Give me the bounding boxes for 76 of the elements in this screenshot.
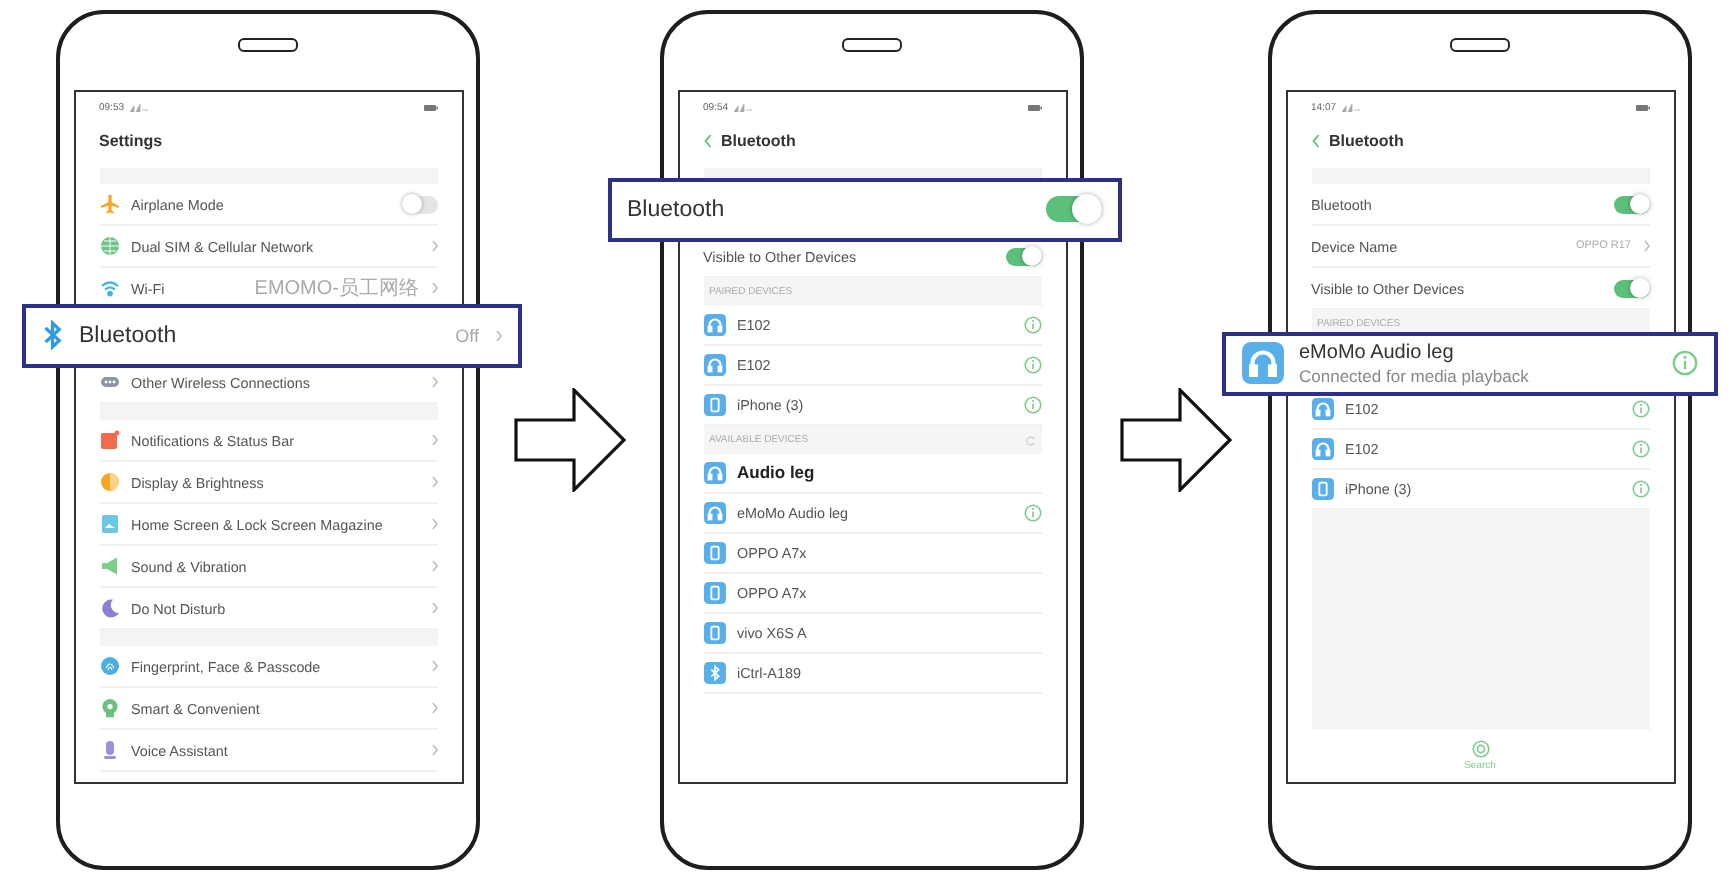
- refresh-icon[interactable]: [1025, 435, 1035, 445]
- headphones-icon: [1241, 342, 1283, 384]
- speaker-slot: [1450, 38, 1510, 52]
- info-icon[interactable]: [1631, 400, 1649, 418]
- bluetooth-icon: [41, 320, 63, 350]
- chevron-icon: [431, 702, 437, 714]
- ellipsis-icon: [99, 372, 119, 392]
- battery-icon: [423, 104, 437, 112]
- phone-icon: [703, 542, 725, 564]
- signal-icon: [1342, 104, 1363, 112]
- toggle-switch[interactable]: [401, 195, 437, 213]
- search-icon[interactable]: [1471, 740, 1489, 758]
- phone-icon: [1311, 478, 1333, 500]
- back-icon[interactable]: [703, 133, 711, 147]
- chevron-icon: [431, 602, 437, 614]
- phone-icon: [703, 582, 725, 604]
- headphones-icon: [703, 462, 725, 484]
- info-icon[interactable]: [1023, 504, 1041, 522]
- chevron-icon: [431, 744, 437, 756]
- globe-icon: [99, 236, 119, 256]
- arrow-icon: [514, 388, 626, 492]
- battery-icon: [1635, 104, 1649, 112]
- arrow-icon: [1120, 388, 1232, 492]
- chevron-icon: [431, 560, 437, 572]
- headphones-icon: [703, 502, 725, 524]
- phone-icon: [703, 394, 725, 416]
- signal-icon: [734, 104, 755, 112]
- info-icon[interactable]: [1023, 316, 1041, 334]
- toggle-switch[interactable]: [1005, 247, 1041, 265]
- screen-title: Settings: [99, 131, 163, 149]
- device-name[interactable]: Audio leg: [737, 462, 815, 484]
- microphone-icon: [99, 740, 119, 760]
- info-icon[interactable]: [1631, 480, 1649, 498]
- toggle-switch[interactable]: [1613, 195, 1649, 213]
- screen-title: Bluetooth: [1329, 131, 1404, 149]
- chevron-icon: [431, 240, 437, 252]
- fingerprint-icon: [99, 656, 119, 676]
- bluetooth-icon: [703, 662, 725, 684]
- chevron-icon: [495, 329, 501, 341]
- callout-title: Bluetooth: [79, 323, 179, 347]
- image-icon: [99, 514, 119, 534]
- chevron-icon: [431, 282, 437, 294]
- headphones-icon: [1311, 438, 1333, 460]
- brightness-icon: [99, 472, 119, 492]
- info-icon[interactable]: [1631, 440, 1649, 458]
- screen-title: Bluetooth: [721, 131, 796, 149]
- chevron-icon: [1643, 240, 1649, 252]
- chevron-icon: [431, 476, 437, 488]
- info-icon[interactable]: [1671, 350, 1697, 376]
- chevron-icon: [431, 660, 437, 672]
- wifi-icon: [99, 278, 119, 298]
- notification-icon: [99, 430, 119, 450]
- battery-icon: [1027, 104, 1041, 112]
- speaker-icon: [99, 556, 119, 576]
- callout-value: Off: [455, 325, 479, 345]
- toggle-switch[interactable]: [1613, 279, 1649, 297]
- callout-title: Bluetooth: [627, 197, 727, 221]
- moon-icon: [99, 598, 119, 618]
- info-icon[interactable]: [1023, 356, 1041, 374]
- chevron-icon: [431, 518, 437, 530]
- headphones-icon: [703, 314, 725, 336]
- speaker-slot: [842, 38, 902, 52]
- chevron-icon: [431, 434, 437, 446]
- phone-icon: [703, 622, 725, 644]
- setting-value: EMOMO-员工网络: [254, 276, 419, 302]
- chevron-icon: [431, 376, 437, 388]
- speaker-slot: [238, 38, 298, 52]
- callout-subtitle: Connected for media playback: [1299, 365, 1531, 385]
- back-icon[interactable]: [1311, 133, 1319, 147]
- callout-title: eMoMo Audio leg: [1299, 341, 1456, 363]
- head-icon: [99, 698, 119, 718]
- headphones-icon: [703, 354, 725, 376]
- info-icon[interactable]: [1023, 396, 1041, 414]
- signal-icon: [130, 104, 151, 112]
- airplane-icon: [99, 194, 119, 214]
- toggle-switch[interactable]: [1045, 196, 1101, 222]
